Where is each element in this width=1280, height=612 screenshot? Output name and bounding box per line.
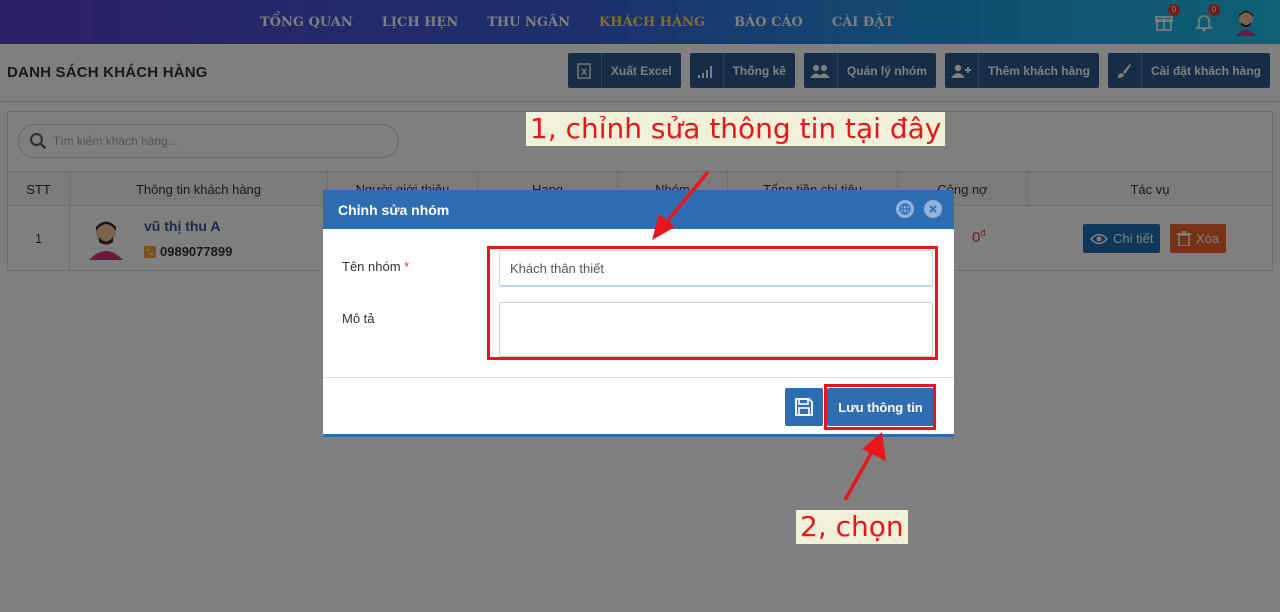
- arrow-1-line: [663, 170, 710, 226]
- annotation-step-1: 1, chỉnh sửa thông tin tại đây: [526, 112, 946, 146]
- arrow-2-line: [843, 449, 875, 501]
- annotation-arrows: [652, 170, 886, 501]
- annotation-step-2: 2, chọn: [796, 510, 908, 544]
- arrow-2-head: [862, 432, 886, 461]
